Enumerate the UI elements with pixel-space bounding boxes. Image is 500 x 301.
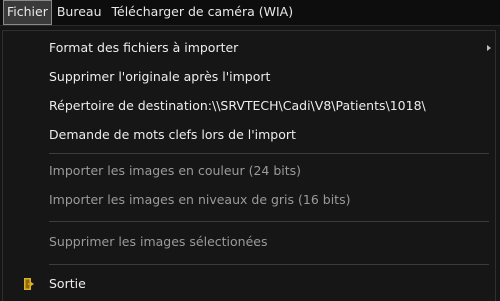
menu-item-demande-mots-clefs[interactable]: Demande de mots clefs lors de l'import: [3, 122, 495, 148]
menu-item-supprimer-originale[interactable]: Supprimer l'originale après l'import: [3, 64, 495, 90]
menu-item-label: Importer les images en niveaux de gris (…: [49, 192, 351, 207]
menu-item-label: Sortie: [49, 276, 86, 291]
fichier-dropdown-menu: Format des fichiers à importer Supprimer…: [2, 30, 496, 301]
menu-separator: [49, 264, 489, 265]
menu-separator: [49, 153, 489, 154]
menu-fichier[interactable]: Fichier: [3, 0, 52, 25]
menu-item-label: Importer les images en couleur (24 bits): [49, 163, 302, 178]
exit-door-icon: [24, 278, 34, 290]
menu-item-label: Supprimer les images sélectionées: [49, 234, 268, 249]
menu-separator: [49, 221, 489, 222]
menu-item-supprimer-images-selectionees[interactable]: Supprimer les images sélectionées: [3, 229, 495, 255]
menu-bureau[interactable]: Bureau: [52, 0, 107, 25]
menu-bar: Fichier Bureau Télécharger de caméra (WI…: [0, 0, 500, 26]
menu-item-label: Demande de mots clefs lors de l'import: [49, 127, 296, 142]
menu-item-importer-niveaux-gris[interactable]: Importer les images en niveaux de gris (…: [3, 187, 495, 213]
menu-item-format-fichiers[interactable]: Format des fichiers à importer: [3, 35, 495, 61]
menu-item-sortie[interactable]: Sortie: [3, 271, 495, 297]
menu-item-label: Format des fichiers à importer: [49, 40, 239, 55]
menu-item-repertoire-destination[interactable]: Répertoire de destination:\\SRVTECH\Cadi…: [3, 93, 495, 119]
menu-item-label: Répertoire de destination:\\SRVTECH\Cadi…: [49, 98, 426, 113]
submenu-arrow-icon: [487, 45, 491, 51]
application-window: Fichier Bureau Télécharger de caméra (WI…: [0, 0, 500, 301]
menu-item-label: Supprimer l'originale après l'import: [49, 69, 271, 84]
menu-item-importer-couleur[interactable]: Importer les images en couleur (24 bits): [3, 158, 495, 184]
menu-telecharger-camera[interactable]: Télécharger de caméra (WIA): [107, 0, 299, 25]
